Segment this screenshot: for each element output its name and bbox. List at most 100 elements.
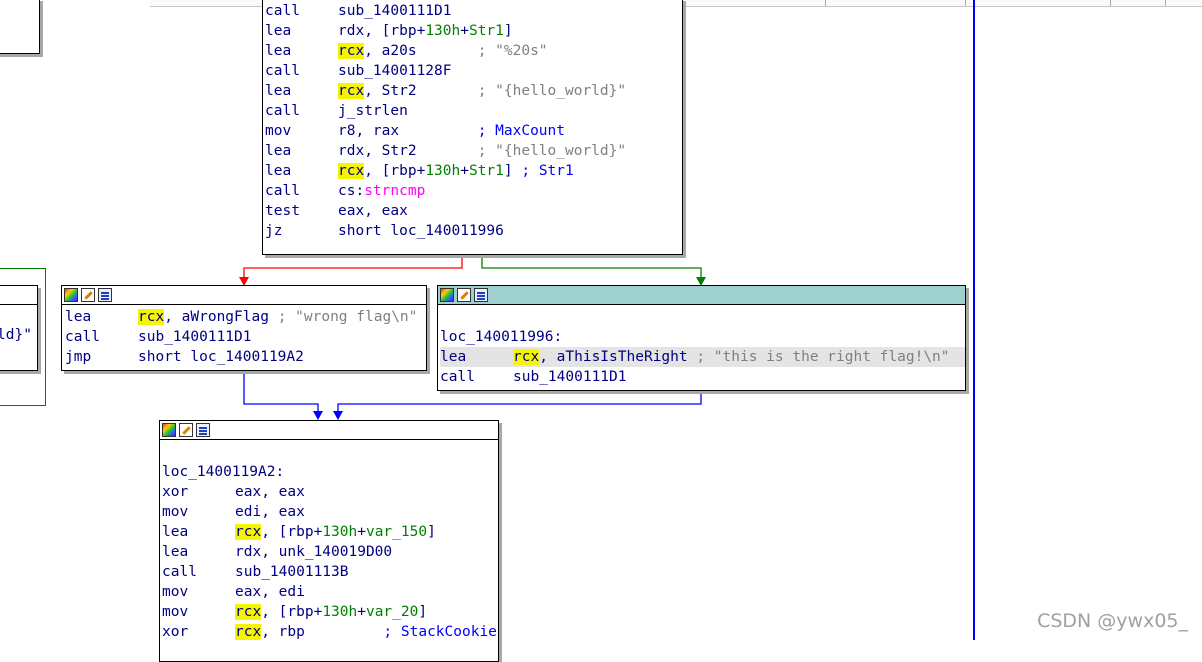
mnemonic: call: [265, 103, 300, 119]
color-icon[interactable]: [440, 288, 454, 302]
mnemonic: call: [265, 183, 300, 199]
code-line[interactable]: lea rcx, [rbp+130h+Str1] ; Str1: [265, 161, 682, 181]
operand: eax, eax: [338, 203, 408, 219]
code-line[interactable]: lea rdx, Str2 ; "{hello_world}": [265, 141, 682, 161]
graph-node-wrong-flag[interactable]: lea rcx, aWrongFlag ; "wrong flag\n" call s…: [61, 285, 427, 371]
comment: ; StackCookie: [383, 624, 497, 640]
operand: rdx, unk_140019D00: [235, 544, 393, 560]
operand: eax, edi: [235, 584, 305, 600]
mnemonic: lea: [265, 23, 292, 39]
code-line[interactable]: xor rcx, rbp ; StackCookie: [162, 622, 498, 642]
operand: 130h: [425, 23, 461, 39]
edge-jump-from-right: [337, 389, 702, 414]
code-line[interactable]: call cs:strncmp: [265, 181, 682, 201]
mnemonic: lea: [265, 143, 292, 159]
edit-icon[interactable]: [179, 423, 193, 437]
color-icon[interactable]: [162, 423, 176, 437]
mnemonic: lea: [162, 524, 189, 540]
operand: +: [357, 604, 366, 620]
code-line[interactable]: call sub_1400111D1: [65, 327, 426, 347]
code-line[interactable]: xor eax, eax: [162, 482, 498, 502]
code-line[interactable]: mov r8, rax ; MaxCount: [265, 121, 682, 141]
color-icon[interactable]: [64, 288, 78, 302]
comment: ; "%20s": [477, 43, 548, 59]
code-line[interactable]: lea rdx, unk_140019D00: [162, 542, 498, 562]
node-code: loc_140011996: lea rcx, aThisIsTheRight ; …: [438, 305, 965, 387]
code-line[interactable]: call sub_14001113B: [162, 562, 498, 582]
operand: sub_1400111D1: [338, 3, 452, 19]
code-line[interactable]: call sub_1400111D1: [440, 367, 965, 387]
mnemonic: call: [265, 3, 300, 19]
edit-icon[interactable]: [457, 288, 471, 302]
code-line[interactable]: lea rcx, aWrongFlag ; "wrong flag\n": [65, 307, 426, 327]
graph-icon[interactable]: [474, 288, 488, 302]
operand: 130h: [322, 524, 358, 540]
operand: sub_14001113B: [235, 564, 349, 580]
register-highlight[interactable]: rcx: [338, 43, 365, 59]
mnemonic: mov: [162, 604, 189, 620]
mnemonic: test: [265, 203, 300, 219]
code-line[interactable]: lea rcx, aThisIsTheRight ; "this is the r…: [440, 347, 965, 367]
code-label[interactable]: loc_140011996:: [440, 329, 562, 345]
register-highlight[interactable]: rcx: [338, 83, 365, 99]
operand: 130h: [322, 604, 358, 620]
operand: Str1: [468, 163, 504, 179]
comment: ; "{hello_world}": [477, 83, 627, 99]
mnemonic: lea: [162, 544, 189, 560]
code-label[interactable]: loc_1400119A2:: [162, 464, 284, 480]
register-highlight[interactable]: rcx: [235, 604, 262, 620]
code-line[interactable]: mov eax, edi: [162, 582, 498, 602]
code-line[interactable]: [440, 307, 965, 327]
operand: , [rbp+: [364, 163, 426, 179]
code-line[interactable]: lea rcx, a20s ; "%20s": [265, 41, 682, 61]
code-line[interactable]: jz short loc_140011996: [265, 221, 682, 241]
register-highlight[interactable]: rcx: [338, 163, 365, 179]
comment: ; "{hello_world}": [477, 143, 627, 159]
code-line[interactable]: jmp short loc_1400119A2: [65, 347, 426, 367]
mnemonic: mov: [265, 123, 292, 139]
arrowhead-blue-right: [333, 411, 343, 420]
graph-icon[interactable]: [196, 423, 210, 437]
code-line[interactable]: mov rcx, [rbp+130h+var_20]: [162, 602, 498, 622]
register-highlight[interactable]: rcx: [235, 624, 262, 640]
edge-jump-from-wrong: [243, 370, 319, 414]
operand: rdx, Str2: [338, 143, 478, 159]
code-line[interactable]: call sub_14001128F: [265, 61, 682, 81]
operand: ]: [503, 23, 513, 39]
operand: +: [357, 524, 366, 540]
watermark: CSDN @ywx05_: [1037, 610, 1188, 632]
mnemonic: call: [265, 63, 300, 79]
code-line[interactable]: lea rcx, Str2 ; "{hello_world}": [265, 81, 682, 101]
mnemonic: mov: [162, 504, 189, 520]
operand: ]: [503, 163, 522, 179]
operand: rdx, [rbp+: [338, 23, 426, 39]
edit-icon[interactable]: [81, 288, 95, 302]
code-line[interactable]: loc_140011996:: [440, 327, 965, 347]
code-line[interactable]: call sub_1400111D1: [265, 1, 682, 21]
mnemonic: call: [65, 329, 100, 345]
mnemonic: lea: [265, 83, 292, 99]
code-line[interactable]: call j_strlen: [265, 101, 682, 121]
operand: var_20: [365, 604, 419, 620]
register-highlight[interactable]: rcx: [138, 309, 165, 325]
register-highlight[interactable]: rcx: [513, 349, 540, 365]
vertical-edge-blue: [973, 0, 975, 640]
code-line[interactable]: test eax, eax: [265, 201, 682, 221]
graph-icon[interactable]: [98, 288, 112, 302]
operand: eax, eax: [235, 484, 305, 500]
code-line[interactable]: mov edi, eax: [162, 502, 498, 522]
graph-node-right-flag[interactable]: loc_140011996: lea rcx, aThisIsTheRight ; …: [437, 285, 966, 391]
node-header-selected: [438, 286, 965, 305]
register-highlight[interactable]: rcx: [235, 524, 262, 540]
node-header: [160, 421, 498, 440]
operand: var_150: [365, 524, 428, 540]
operand: sub_1400111D1: [513, 369, 627, 385]
code-line[interactable]: loc_1400119A2:: [162, 462, 498, 482]
operand: strncmp: [364, 183, 426, 199]
code-line[interactable]: lea rcx, [rbp+130h+var_150]: [162, 522, 498, 542]
graph-node-exit[interactable]: loc_1400119A2:xor eax, eax mov edi, eax lea r…: [159, 420, 499, 662]
code-line[interactable]: lea rdx, [rbp+130h+Str1]: [265, 21, 682, 41]
graph-node-strncmp[interactable]: call sub_1400111D1 lea rdx, [rbp+130h+Str1]…: [262, 0, 683, 255]
code-line[interactable]: [162, 442, 498, 462]
mnemonic: xor: [162, 484, 189, 500]
